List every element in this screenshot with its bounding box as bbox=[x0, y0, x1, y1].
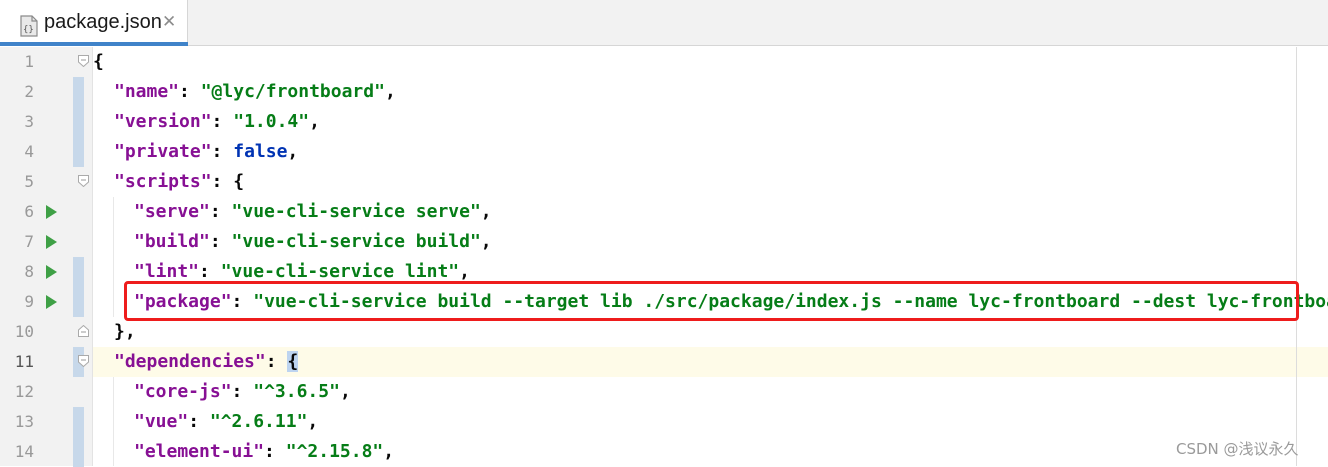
line-number: 8 bbox=[24, 262, 34, 281]
vcs-change-marker[interactable] bbox=[73, 257, 84, 287]
run-script-icon[interactable] bbox=[46, 205, 57, 219]
code-text: "version": "1.0.4", bbox=[114, 111, 320, 132]
json-key: "dependencies" bbox=[114, 351, 266, 372]
editor-tab-bar: {} package.json ✕ bbox=[0, 0, 1328, 46]
json-key: "private" bbox=[114, 141, 212, 162]
code-text: { bbox=[93, 51, 104, 72]
run-script-icon[interactable] bbox=[46, 265, 57, 279]
json-value: "1.0.4" bbox=[233, 111, 310, 132]
code-line-5: 5 "scripts": { bbox=[0, 167, 1328, 197]
json-value: "^2.6.11" bbox=[209, 411, 308, 432]
code-text: "scripts": { bbox=[114, 171, 245, 192]
code-text: "core-js": "^3.6.5", bbox=[134, 381, 351, 402]
tab-title: package.json bbox=[44, 11, 162, 33]
line-number: 12 bbox=[14, 382, 34, 401]
watermark: CSDN @浅议永久 bbox=[1176, 440, 1299, 458]
vcs-change-marker[interactable] bbox=[73, 107, 84, 137]
run-script-icon[interactable] bbox=[46, 235, 57, 249]
line-number: 11 bbox=[14, 352, 34, 371]
code-line-4: 4 "private": false, bbox=[0, 137, 1328, 167]
line-number: 6 bbox=[24, 202, 34, 221]
line-number: 4 bbox=[24, 142, 34, 161]
json-key: "lint" bbox=[134, 261, 200, 282]
tab-package-json[interactable]: {} package.json ✕ bbox=[0, 0, 188, 46]
line-number: 7 bbox=[24, 232, 34, 251]
vcs-change-marker[interactable] bbox=[73, 407, 84, 437]
line-number: 5 bbox=[24, 172, 34, 191]
fold-open-icon[interactable] bbox=[78, 175, 89, 187]
code-text: "name": "@lyc/frontboard", bbox=[114, 81, 396, 102]
json-key: "serve" bbox=[134, 201, 210, 222]
vcs-change-marker[interactable] bbox=[73, 137, 84, 167]
code-line-6: 6 "serve": "vue-cli-service serve", bbox=[0, 197, 1328, 227]
code-line-14: 14 "element-ui": "^2.15.8", bbox=[0, 437, 1328, 467]
code-line-10: 10 }, bbox=[0, 317, 1328, 347]
json-value: "^3.6.5" bbox=[253, 381, 340, 402]
code-text: "dependencies": { bbox=[114, 351, 299, 372]
json-value: "@lyc/frontboard" bbox=[200, 81, 385, 102]
code-text: "build": "vue-cli-service build", bbox=[134, 231, 492, 252]
line-number: 13 bbox=[14, 412, 34, 431]
vcs-change-marker[interactable] bbox=[73, 437, 84, 467]
json-key: "vue" bbox=[134, 411, 189, 432]
json-key: "name" bbox=[114, 81, 180, 102]
run-script-icon[interactable] bbox=[46, 295, 57, 309]
fold-close-icon[interactable] bbox=[78, 325, 89, 337]
matched-brace: { bbox=[287, 351, 299, 372]
code-line-13: 13 "vue": "^2.6.11", bbox=[0, 407, 1328, 437]
json-key: "scripts" bbox=[114, 171, 212, 192]
line-number: 3 bbox=[24, 112, 34, 131]
json-key: "element-ui" bbox=[134, 441, 265, 462]
code-line-11: 11 "dependencies": { bbox=[0, 347, 1328, 377]
fold-open-icon[interactable] bbox=[78, 355, 89, 367]
code-text: "element-ui": "^2.15.8", bbox=[134, 441, 395, 462]
code-line-7: 7 "build": "vue-cli-service build", bbox=[0, 227, 1328, 257]
json-key: "version" bbox=[114, 111, 212, 132]
close-icon[interactable]: ✕ bbox=[162, 12, 176, 32]
code-text: "vue": "^2.6.11", bbox=[134, 411, 319, 432]
vcs-change-marker[interactable] bbox=[73, 287, 84, 317]
code-line-12: 12 "core-js": "^3.6.5", bbox=[0, 377, 1328, 407]
code-line-1: 1 { bbox=[0, 47, 1328, 77]
line-number: 1 bbox=[24, 52, 34, 71]
line-number: 9 bbox=[24, 292, 34, 311]
code-line-2: 2 "name": "@lyc/frontboard", bbox=[0, 77, 1328, 107]
line-number: 2 bbox=[24, 82, 34, 101]
active-tab-indicator bbox=[0, 42, 188, 46]
json-value: false bbox=[233, 141, 288, 162]
json-value: "^2.15.8" bbox=[285, 441, 384, 462]
code-text: "private": false, bbox=[114, 141, 299, 162]
fold-open-icon[interactable] bbox=[78, 55, 89, 67]
code-text: "serve": "vue-cli-service serve", bbox=[134, 201, 492, 222]
json-key: "core-js" bbox=[134, 381, 232, 402]
json-value: "vue-cli-service build" bbox=[231, 231, 481, 252]
line-number: 10 bbox=[14, 322, 34, 341]
code-line-3: 3 "version": "1.0.4", bbox=[0, 107, 1328, 137]
json-key: "build" bbox=[134, 231, 210, 252]
line-number: 14 bbox=[14, 442, 34, 461]
code-text: }, bbox=[114, 321, 136, 342]
json-file-icon: {} bbox=[20, 15, 38, 37]
vcs-change-marker[interactable] bbox=[73, 77, 84, 107]
json-value: "vue-cli-service serve" bbox=[231, 201, 481, 222]
svg-text:{}: {} bbox=[23, 25, 34, 35]
json-value: "vue-cli-service lint" bbox=[220, 261, 460, 282]
annotation-highlight-box bbox=[124, 281, 1299, 321]
